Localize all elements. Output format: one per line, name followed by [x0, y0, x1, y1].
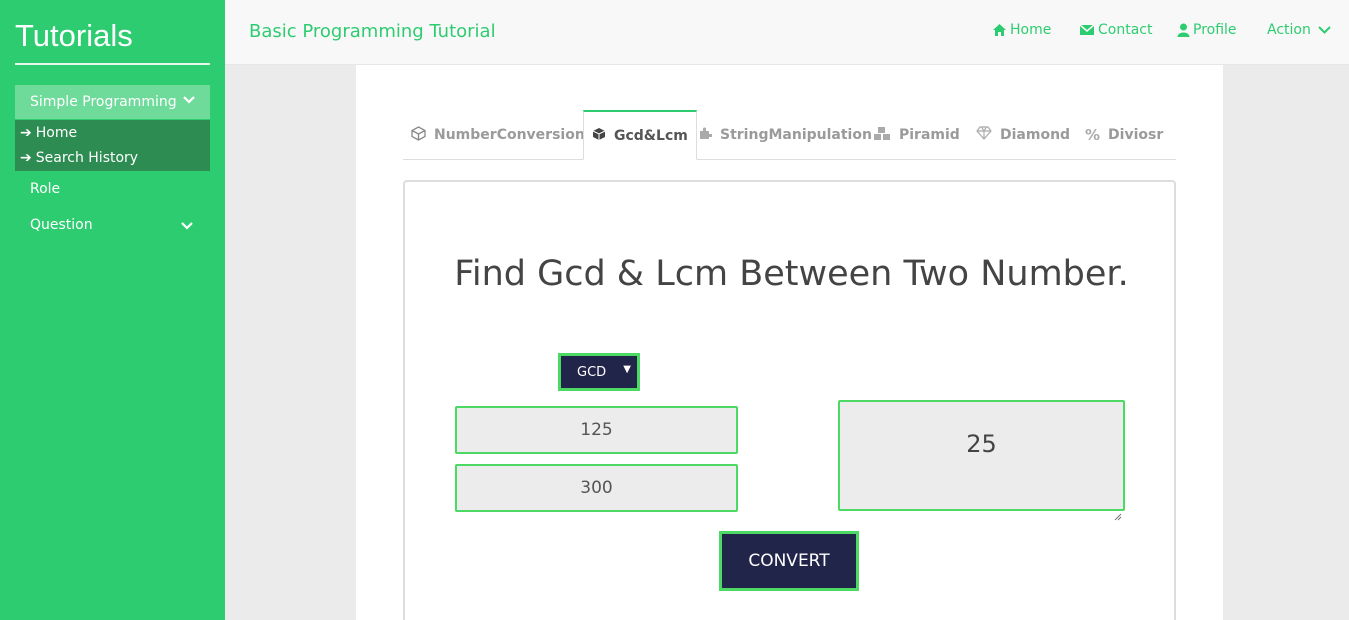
tab-piramid[interactable]: Piramid — [865, 110, 968, 160]
nav-contact-label: Contact — [1098, 22, 1153, 38]
number-input-2[interactable]: 300 — [455, 464, 738, 512]
operation-select[interactable]: GCD ▼ — [558, 353, 640, 391]
chevron-down-icon[interactable] — [180, 218, 194, 237]
menu-simple-programming-label: Simple Programming — [30, 94, 177, 110]
menu-simple-programming[interactable]: Simple Programming — [15, 85, 210, 119]
sidebar-item-question[interactable]: Question — [30, 217, 93, 233]
user-icon — [1177, 23, 1190, 37]
tab-diviosr[interactable]: % Diviosr — [1077, 110, 1171, 160]
sidebar: Tutorials Simple Programming ➔ Home ➔ Se… — [0, 0, 225, 620]
sidebar-item-label: Search History — [35, 149, 139, 166]
percent-icon: % — [1085, 126, 1101, 144]
tab-diamond[interactable]: Diamond — [968, 110, 1078, 160]
submenu: ➔ Home ➔ Search History — [15, 120, 210, 171]
form-heading: Find Gcd & Lcm Between Two Number. — [454, 254, 1129, 294]
nav-home-label: Home — [1010, 22, 1052, 38]
cube-icon — [592, 127, 606, 145]
tab-gcd-lcm[interactable]: Gcd&Lcm — [583, 110, 697, 160]
nav-home-link[interactable]: Home — [992, 22, 1051, 38]
tab-label: Diamond — [1000, 127, 1071, 143]
top-navbar: Basic Programming Tutorial Home Contact … — [225, 0, 1349, 65]
sidebar-item-role[interactable]: Role — [30, 181, 60, 197]
result-value: 25 — [966, 430, 997, 458]
tab-label: Piramid — [899, 127, 960, 143]
cube-outline-icon — [411, 125, 426, 145]
tab-label: StringManipulation — [720, 127, 872, 143]
nav-contact-link[interactable]: Contact — [1079, 22, 1152, 38]
sidebar-item-label: Home — [35, 124, 78, 141]
page-title[interactable]: Basic Programming Tutorial — [249, 21, 496, 42]
cubes-icon — [873, 126, 891, 145]
result-textarea[interactable]: 25 — [838, 400, 1125, 521]
tab-number-conversion[interactable]: NumberConversion — [403, 110, 593, 160]
tab-string-manipulation[interactable]: StringManipulation — [690, 110, 880, 160]
nav-profile-link[interactable]: Profile — [1177, 22, 1237, 38]
nav-action-dropdown[interactable]: Action — [1267, 22, 1331, 38]
brand-divider — [15, 63, 210, 65]
tab-bar: NumberConversion Gcd&Lcm StringManipulat… — [403, 110, 1176, 160]
chevron-down-icon — [1318, 24, 1331, 36]
caret-down-icon: ▼ — [623, 364, 631, 375]
resize-handle-icon[interactable] — [1113, 499, 1122, 521]
sidebar-item-search-history[interactable]: ➔ Search History — [15, 145, 210, 170]
sidebar-item-home[interactable]: ➔ Home — [15, 120, 210, 145]
brand-title[interactable]: Tutorials — [15, 18, 133, 54]
home-icon — [992, 23, 1007, 37]
puzzle-icon — [698, 126, 713, 144]
nav-profile-label: Profile — [1193, 22, 1237, 38]
tab-label: Gcd&Lcm — [614, 127, 688, 144]
convert-button[interactable]: CONVERT — [719, 531, 859, 591]
chevron-down-icon — [182, 93, 196, 111]
number-input-1[interactable]: 125 — [455, 406, 738, 454]
envelope-icon — [1079, 24, 1095, 36]
gcd-lcm-card: Find Gcd & Lcm Between Two Number. GCD ▼… — [403, 180, 1176, 620]
nav-action-label: Action — [1267, 22, 1311, 38]
tab-label: NumberConversion — [434, 127, 585, 143]
arrow-right-icon: ➔ — [20, 149, 32, 166]
operation-select-value: GCD — [577, 364, 607, 380]
arrow-right-icon: ➔ — [20, 124, 32, 141]
diamond-icon — [976, 126, 992, 144]
main-panel: NumberConversion Gcd&Lcm StringManipulat… — [356, 65, 1223, 620]
tab-label: Diviosr — [1108, 127, 1164, 143]
